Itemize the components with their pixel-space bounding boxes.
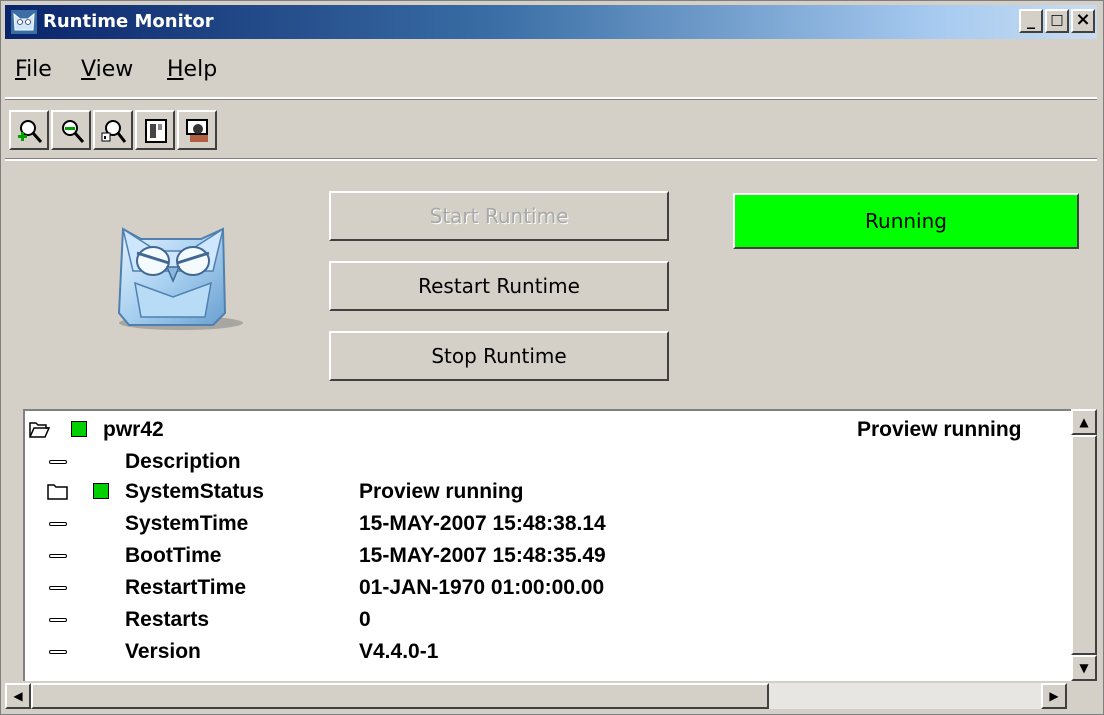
attribute-name: Restarts bbox=[125, 608, 210, 631]
tree-attribute-row[interactable]: Description bbox=[25, 447, 1065, 477]
folder-closed-icon bbox=[47, 484, 68, 500]
menu-file[interactable]: File bbox=[15, 57, 52, 82]
owl-app-icon bbox=[11, 10, 37, 34]
menu-help[interactable]: Help bbox=[167, 57, 217, 82]
attribute-dash-icon bbox=[49, 618, 67, 622]
navigator-button[interactable] bbox=[135, 110, 175, 150]
attribute-name: BootTime bbox=[125, 544, 222, 567]
tree-root-value: Proview running bbox=[857, 418, 1022, 441]
menu-view-label: iew bbox=[95, 57, 134, 82]
scroll-left-button[interactable]: ◀ bbox=[5, 683, 31, 709]
runtime-status-indicator: Running bbox=[733, 193, 1079, 249]
start-runtime-button[interactable]: Start Runtime bbox=[329, 191, 669, 241]
horizontal-scroll-thumb[interactable] bbox=[31, 683, 769, 709]
control-panel: Start Runtime Restart Runtime Stop Runti… bbox=[5, 159, 1097, 409]
owl-logo-icon bbox=[117, 227, 243, 330]
stop-runtime-button[interactable]: Stop Runtime bbox=[329, 331, 669, 381]
attribute-value: V4.4.0-1 bbox=[359, 640, 439, 663]
attribute-value: 01-JAN-1970 01:00:00.00 bbox=[359, 576, 605, 599]
attribute-dash-icon bbox=[49, 586, 67, 590]
systemstatus-status-square bbox=[93, 483, 109, 499]
attribute-dash-icon bbox=[49, 460, 67, 464]
operator-icon bbox=[186, 119, 208, 142]
zoom-in-button[interactable] bbox=[9, 110, 49, 150]
menu-view-mnemonic: V bbox=[81, 57, 96, 82]
attribute-value: Proview running bbox=[359, 480, 524, 503]
vertical-scroll-thumb[interactable] bbox=[1071, 435, 1097, 655]
window-title: Runtime Monitor bbox=[43, 11, 214, 32]
root-status-square bbox=[71, 421, 87, 437]
zoom-reset-icon bbox=[101, 120, 127, 143]
attribute-dash-icon bbox=[49, 522, 67, 526]
tree-root-row[interactable]: pwr42 Proview running bbox=[25, 415, 1065, 445]
attribute-value: 15-MAY-2007 15:48:38.14 bbox=[359, 512, 606, 535]
title-bar[interactable]: Runtime Monitor _ □ × bbox=[5, 5, 1097, 39]
scroll-up-button[interactable]: ▲ bbox=[1071, 409, 1097, 435]
attribute-name: Version bbox=[125, 640, 201, 663]
menu-file-label: ile bbox=[26, 57, 52, 82]
attribute-name: SystemStatus bbox=[125, 480, 264, 503]
menu-view[interactable]: View bbox=[81, 57, 133, 82]
minimize-button[interactable]: _ bbox=[1019, 9, 1043, 33]
tree-attribute-row[interactable]: Version V4.4.0-1 bbox=[25, 637, 1065, 667]
tree-root-name: pwr42 bbox=[103, 418, 164, 441]
zoom-out-button[interactable] bbox=[51, 110, 91, 150]
maximize-button[interactable]: □ bbox=[1045, 9, 1069, 33]
horizontal-scrollbar[interactable]: ◀ ▶ bbox=[5, 683, 1067, 709]
menu-file-mnemonic: F bbox=[15, 57, 27, 82]
attribute-value: 0 bbox=[359, 608, 371, 631]
tree-attribute-row[interactable]: Restarts 0 bbox=[25, 605, 1065, 635]
menu-bar: File View Help bbox=[5, 43, 1097, 99]
attribute-name: SystemTime bbox=[125, 512, 249, 535]
attribute-name: RestartTime bbox=[125, 576, 246, 599]
zoom-out-icon bbox=[62, 120, 85, 143]
operator-button[interactable] bbox=[177, 110, 217, 150]
menu-help-mnemonic: H bbox=[167, 57, 184, 82]
tree-attribute-row[interactable]: RestartTime 01-JAN-1970 01:00:00.00 bbox=[25, 573, 1065, 603]
tree-folder-row[interactable]: SystemStatus Proview running bbox=[25, 477, 1065, 507]
restart-runtime-button[interactable]: Restart Runtime bbox=[329, 261, 669, 311]
tree-attribute-row[interactable]: SystemTime 15-MAY-2007 15:48:38.14 bbox=[25, 509, 1065, 539]
folder-open-icon bbox=[29, 422, 51, 438]
toolbar bbox=[5, 99, 1097, 159]
scroll-right-button[interactable]: ▶ bbox=[1041, 683, 1067, 709]
system-tree[interactable]: pwr42 Proview running Description System… bbox=[23, 409, 1071, 681]
runtime-monitor-window: Runtime Monitor _ □ × File View Help Sta… bbox=[0, 0, 1104, 715]
zoom-reset-button[interactable] bbox=[93, 110, 133, 150]
zoom-in-icon bbox=[18, 120, 43, 143]
navigator-icon bbox=[145, 119, 167, 143]
scroll-down-button[interactable]: ▼ bbox=[1071, 655, 1097, 681]
attribute-value: 15-MAY-2007 15:48:35.49 bbox=[359, 544, 606, 567]
menu-help-label: elp bbox=[183, 57, 218, 82]
vertical-scrollbar[interactable]: ▲ ▼ bbox=[1071, 409, 1097, 681]
attribute-name: Description bbox=[125, 450, 241, 473]
attribute-dash-icon bbox=[49, 554, 67, 558]
tree-attribute-row[interactable]: BootTime 15-MAY-2007 15:48:35.49 bbox=[25, 541, 1065, 571]
attribute-dash-icon bbox=[49, 650, 67, 654]
close-button[interactable]: × bbox=[1071, 9, 1095, 33]
